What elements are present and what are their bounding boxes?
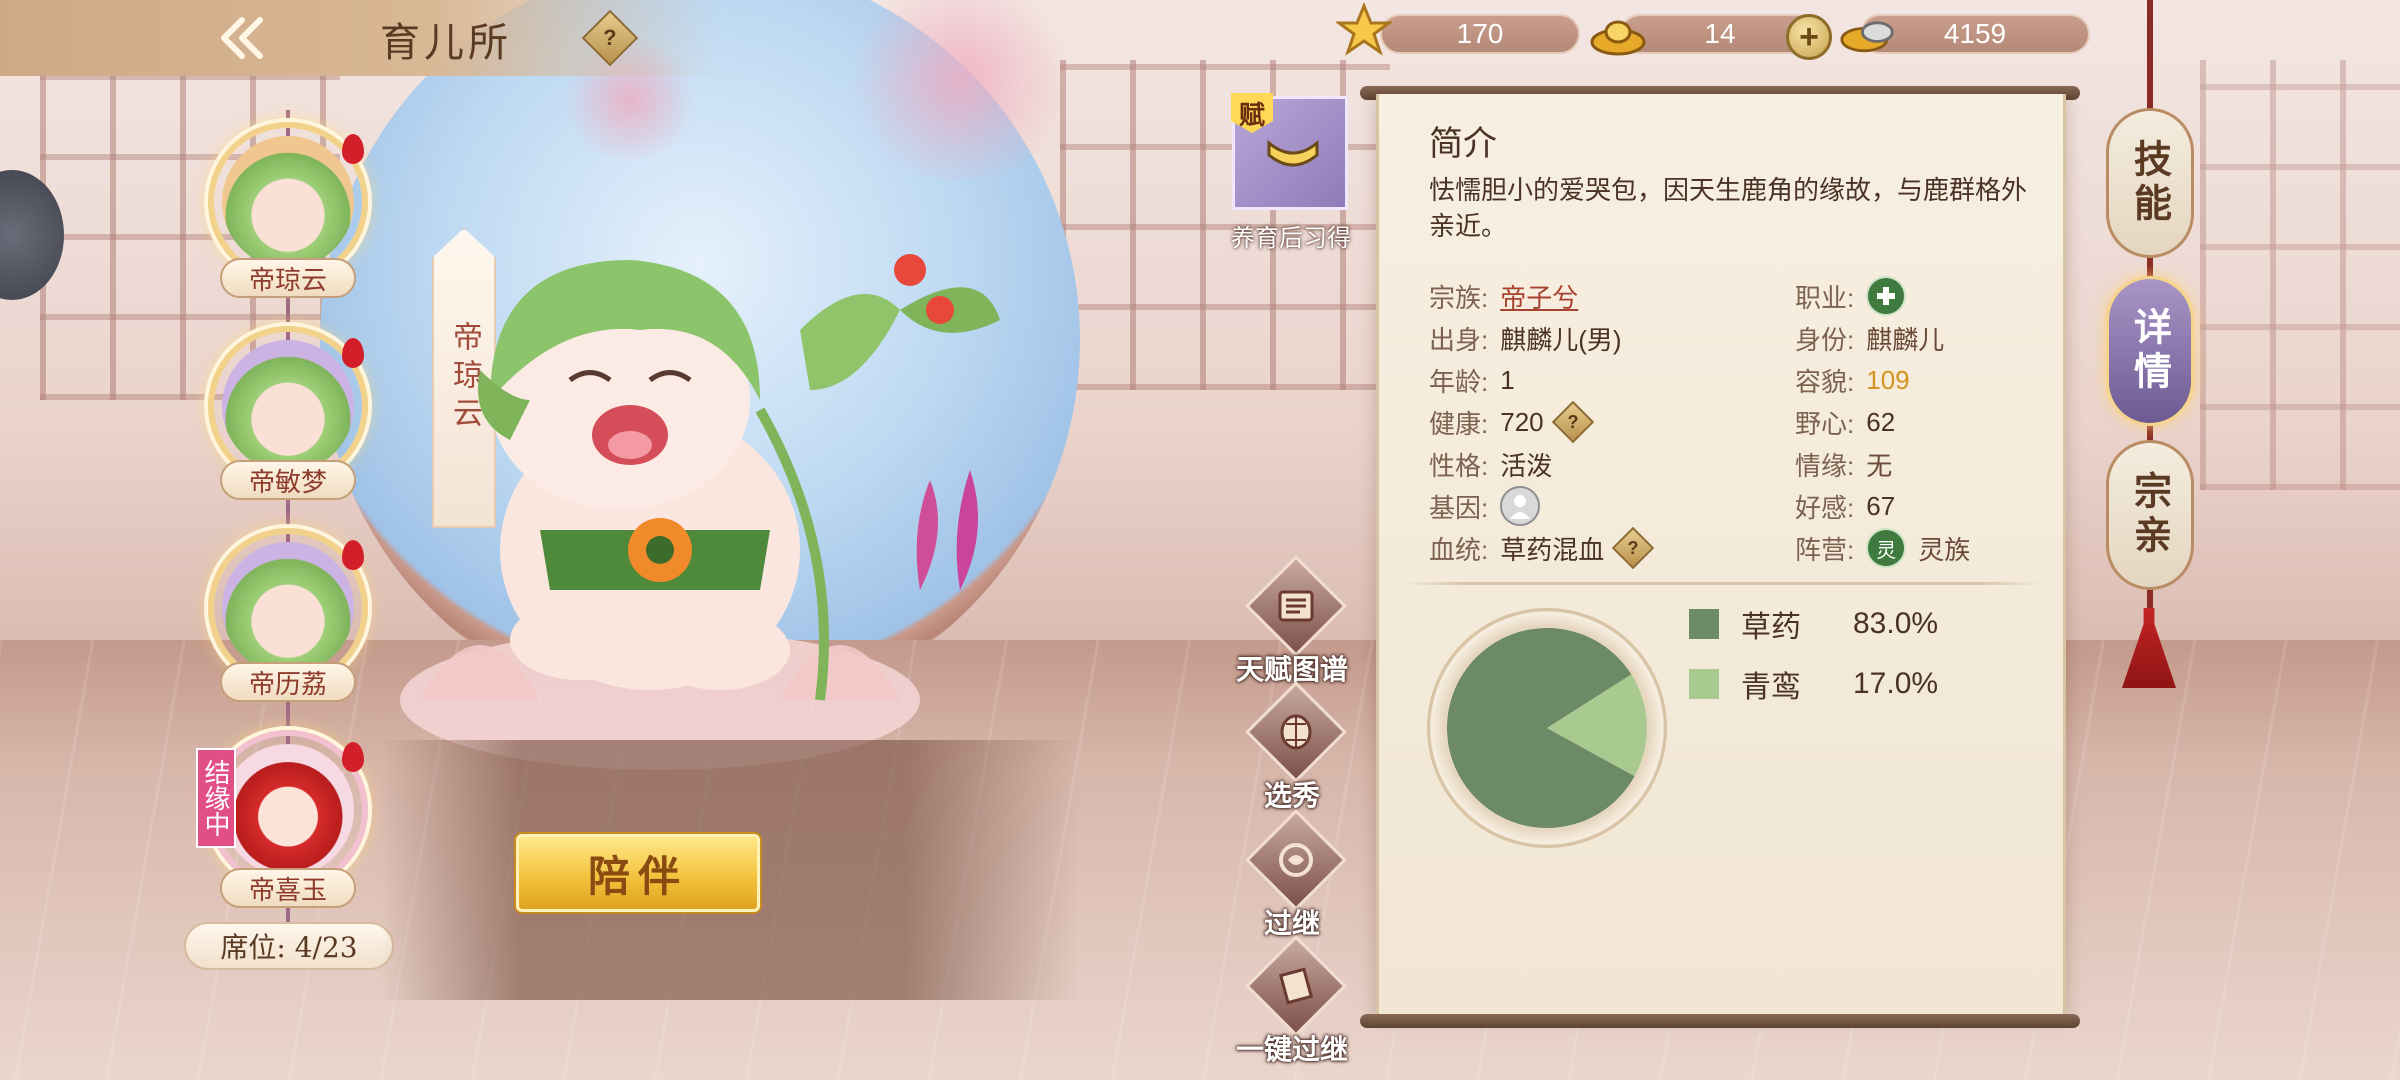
field-bloodline: 血统: 草药混血 ?: [1429, 526, 1655, 570]
plus-icon: +: [1799, 17, 1819, 56]
talent-label: 养育后习得: [1231, 225, 1351, 252]
one-click-adopt-out-button[interactable]: 一键过继: [1232, 935, 1352, 1066]
field-health: 健康: 720 ?: [1429, 400, 1594, 444]
legend-label: 草药: [1741, 611, 1801, 644]
tab-details[interactable]: 详情: [2106, 276, 2194, 426]
gold-ingot-value: 14: [1704, 18, 1736, 49]
clan-link[interactable]: 帝子兮: [1500, 278, 1578, 315]
skill-emblem-icon: [1267, 139, 1319, 167]
scroll-rod-bottom: [1360, 1014, 2080, 1028]
field-camp: 阵营: 灵 灵族: [1795, 528, 1970, 568]
seat-count: 席位: 4/23: [184, 922, 394, 970]
help-label: ?: [603, 24, 617, 50]
section-divider: [1403, 582, 2043, 585]
selection-button[interactable]: 选秀: [1232, 681, 1352, 812]
silver-ingot-icon: [1840, 8, 1896, 60]
gene-avatar-icon[interactable]: [1500, 486, 1541, 526]
talent-map-label: 天赋图谱: [1235, 653, 1348, 686]
field-age: 年龄: 1: [1429, 364, 1515, 397]
silver-ingot-value: 4159: [1943, 18, 2007, 49]
child-name-1[interactable]: 帝琼云: [220, 258, 356, 298]
job-medic-icon: [1866, 276, 1907, 316]
scroll-icon: [1262, 952, 1330, 1020]
back-arrow-icon: [221, 17, 263, 59]
back-button[interactable]: [200, 8, 288, 68]
field-looks: 容貌: 109: [1795, 364, 1910, 397]
gold-ingot-icon: [1590, 10, 1646, 62]
legend-item: 青鸾 17.0%: [1689, 664, 2029, 704]
field-birth: 出身: 麒麟儿(男): [1429, 324, 1622, 355]
bloodline-help-button[interactable]: ?: [1612, 526, 1655, 570]
talent-map-icon: [1262, 572, 1330, 640]
page-title: 育儿所: [380, 20, 512, 66]
legend-percent: 83.0%: [1853, 607, 1939, 640]
adopt-out-label: 过继: [1263, 907, 1320, 940]
star-currency-display: 170: [1380, 14, 1580, 54]
field-ambition: 野心: 62: [1795, 406, 1896, 439]
blood-drop-icon: [342, 134, 364, 164]
legend-swatch-0: [1689, 609, 1719, 639]
intro-text: 怯懦胆小的爱哭包，因天生鹿角的缘故，与鹿群格外亲近。: [1429, 175, 2028, 241]
bloodline-pie-chart: [1447, 628, 1647, 828]
transfer-icon: [1262, 826, 1330, 894]
field-job: 职业:: [1795, 276, 1907, 316]
talent-skill-icon[interactable]: 赋: [1231, 93, 1348, 210]
accompany-button[interactable]: 陪伴: [516, 834, 760, 912]
add-currency-button[interactable]: +: [1786, 14, 1832, 60]
detail-panel: 简介 怯懦胆小的爱哭包，因天生鹿角的缘故，与鹿群格外亲近。 宗族: 帝子兮 出身…: [1376, 94, 2066, 1014]
one-click-adopt-out-label: 一键过继: [1235, 1033, 1348, 1066]
legend-swatch-1: [1689, 669, 1719, 699]
field-emotion: 情缘: 无: [1795, 450, 1893, 482]
star-icon: [1336, 2, 1392, 56]
tab-skills[interactable]: 技能: [2106, 108, 2194, 258]
matching-badge: 结缘中: [196, 748, 236, 848]
selection-label: 选秀: [1263, 779, 1320, 812]
field-identity: 身份: 麒麟儿: [1795, 324, 1945, 356]
health-help-button[interactable]: ?: [1551, 400, 1594, 444]
camp-spirit-icon: 灵: [1866, 528, 1907, 568]
tab-relatives[interactable]: 宗亲: [2106, 440, 2194, 590]
field-affection: 好感: 67: [1795, 490, 1896, 523]
talent-map-button[interactable]: 天赋图谱: [1232, 555, 1352, 686]
field-personality: 性格: 活泼: [1429, 450, 1553, 481]
child-character-illustration: [400, 254, 1000, 770]
legend-label: 青鸾: [1741, 671, 1801, 704]
legend-percent: 17.0%: [1853, 667, 1939, 700]
field-gene: 基因:: [1429, 486, 1541, 526]
lantern-icon: [1262, 698, 1330, 766]
intro-title: 简介: [1429, 124, 1497, 164]
child-name-3[interactable]: 帝历荔: [220, 662, 356, 702]
talent-tag: 赋: [1231, 93, 1273, 133]
child-name-4[interactable]: 帝喜玉: [220, 868, 356, 908]
legend-item: 草药 83.0%: [1689, 604, 2029, 644]
star-currency-value: 170: [1456, 18, 1504, 49]
adopt-out-button[interactable]: 过继: [1232, 809, 1352, 940]
child-name-2[interactable]: 帝敏梦: [220, 460, 356, 500]
field-clan: 宗族: 帝子兮: [1429, 276, 1578, 316]
